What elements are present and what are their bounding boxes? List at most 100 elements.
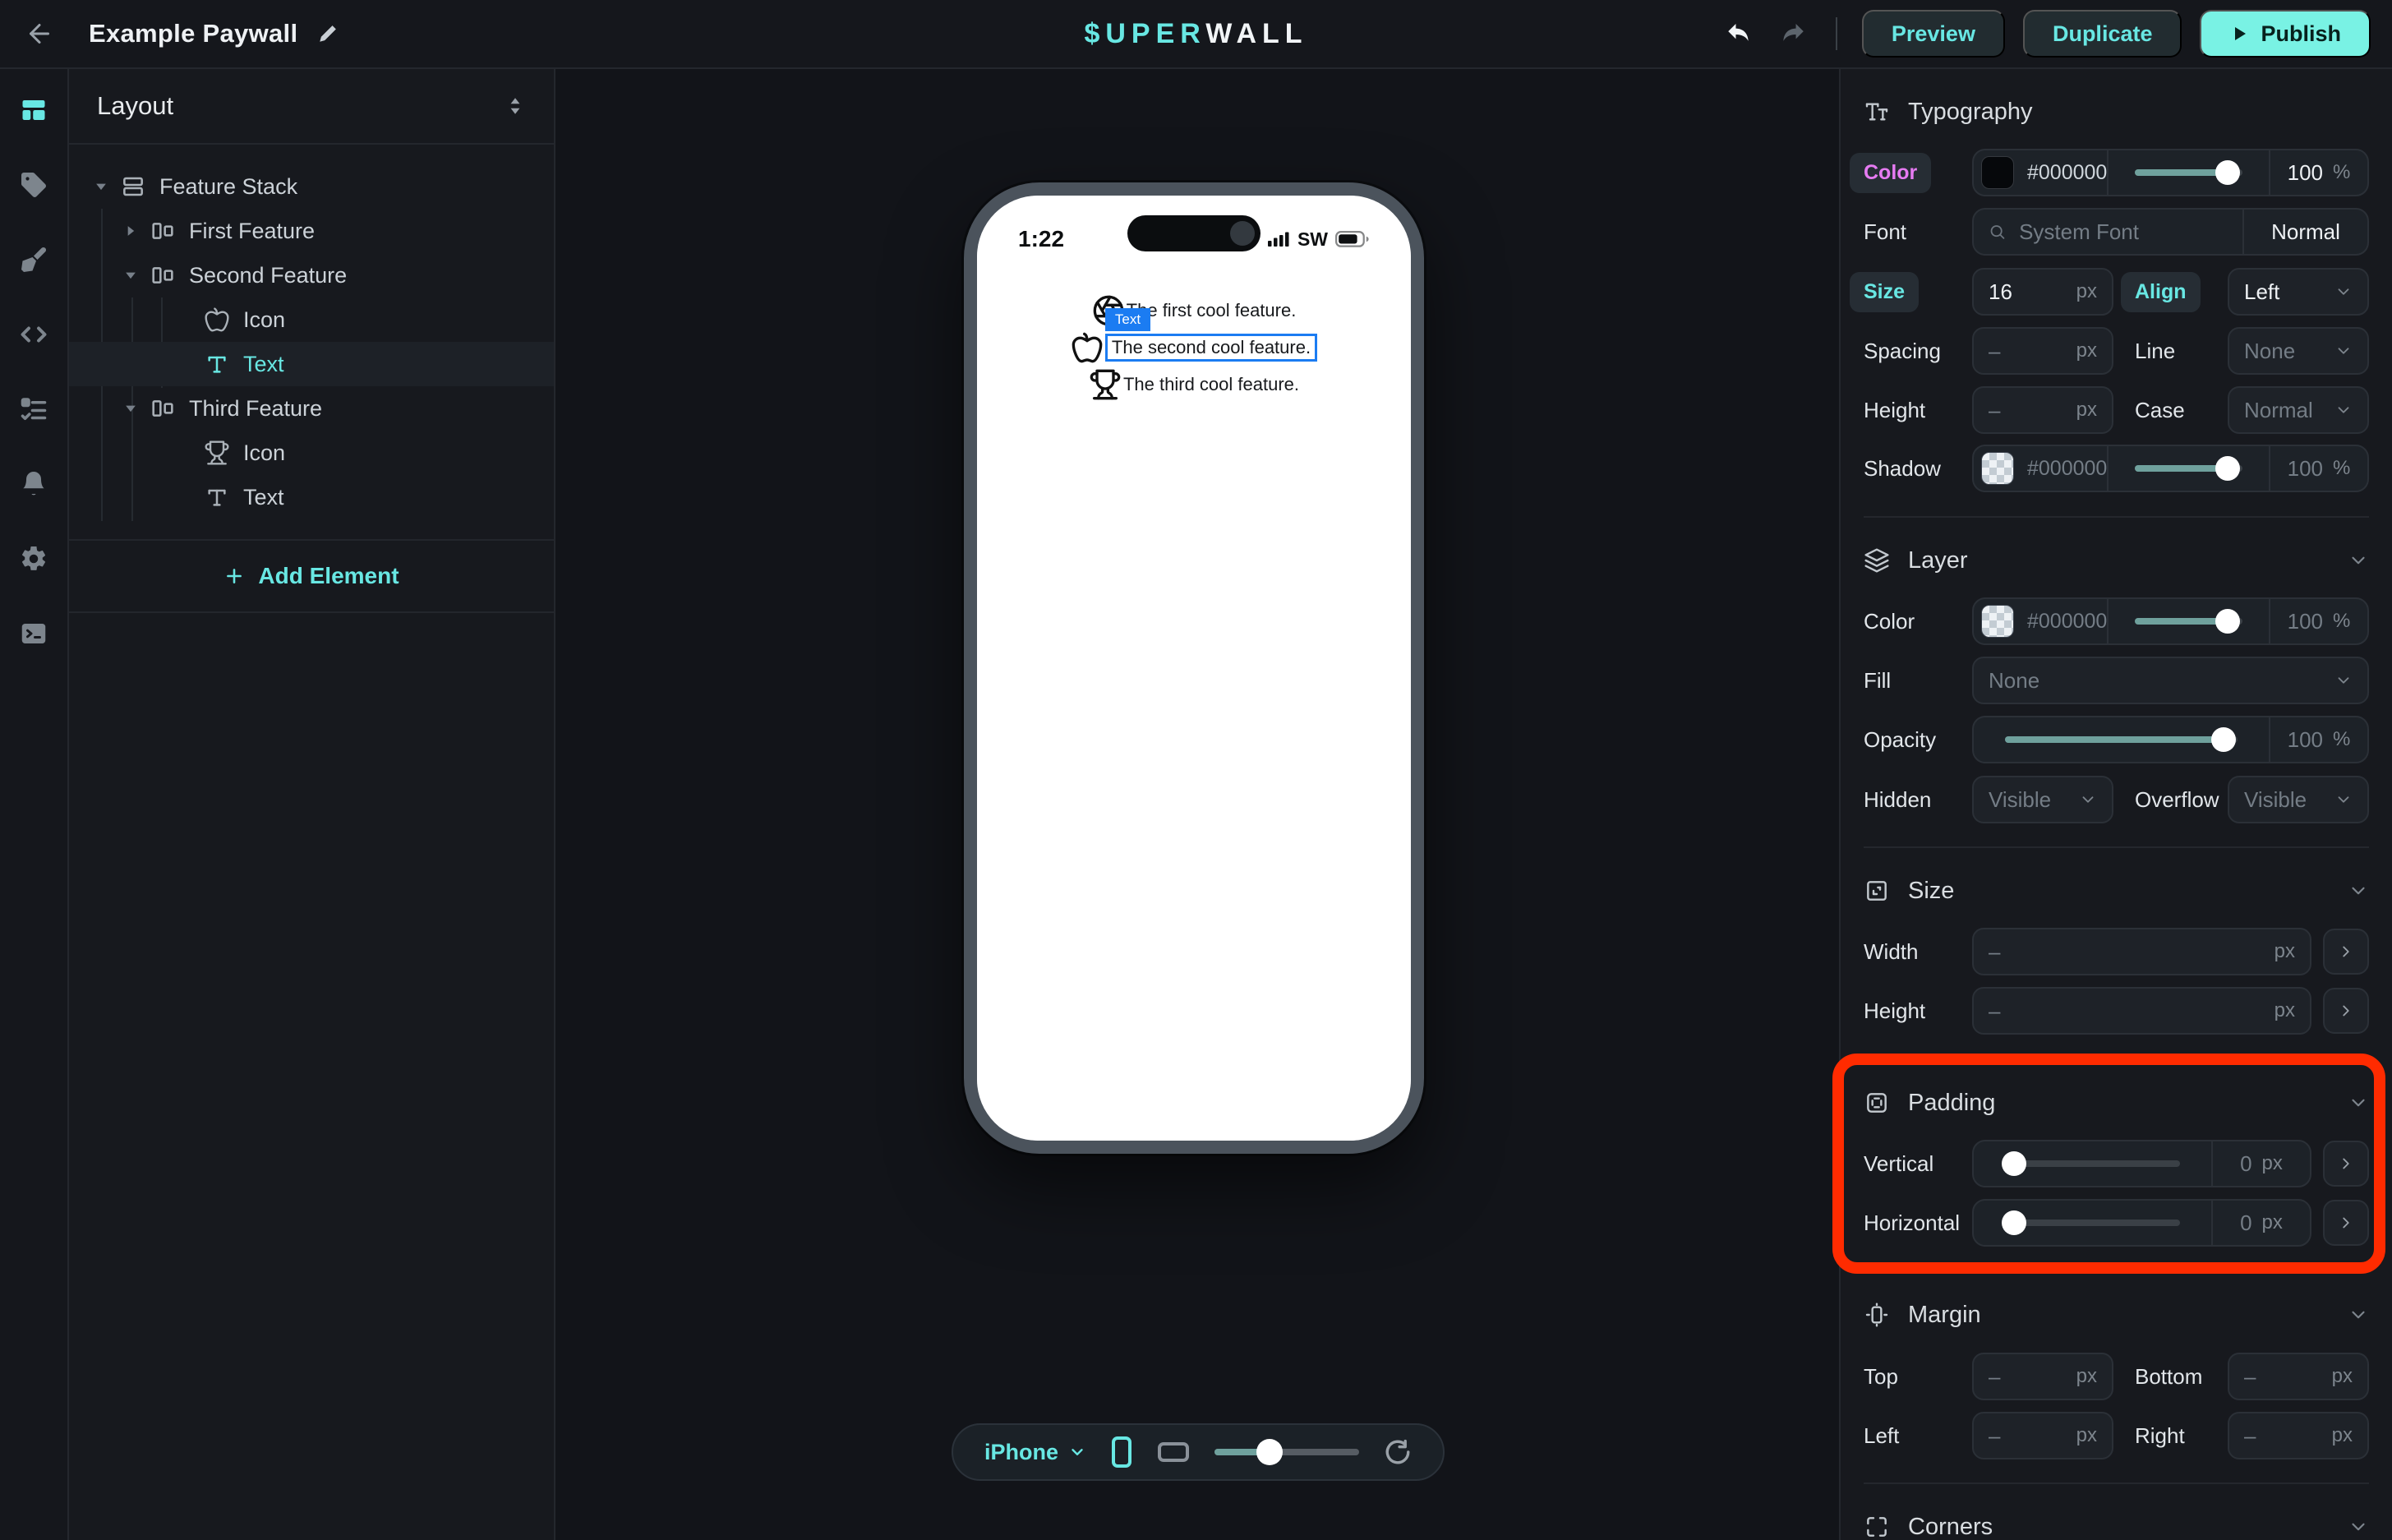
caret-down-icon[interactable] [118,400,143,417]
height-input[interactable]: –px [1972,987,2311,1035]
feature-text[interactable]: The first cool feature. [1127,300,1297,321]
align-chip[interactable]: Align [2121,272,2201,312]
tree-item-text[interactable]: Text [69,475,554,519]
zoom-slider-knob[interactable] [1256,1439,1283,1465]
opacity-value[interactable]: 100 [2288,727,2323,753]
tree-item-third-feature[interactable]: Third Feature [69,386,554,431]
width-input[interactable]: –px [1972,928,2311,975]
tree-item-icon-trophy[interactable]: Icon [69,431,554,475]
chevron-down-icon[interactable] [2348,1092,2369,1114]
typography-header[interactable]: Typography [1864,87,2369,136]
portrait-toggle[interactable] [1111,1436,1132,1469]
align-dropdown[interactable]: Left [2228,268,2369,316]
editor-canvas[interactable]: 1:22 SW The first cool feature. [557,69,1839,1540]
layer-color-swatch[interactable] [1981,605,2014,638]
color-opacity-value[interactable]: 100 [2288,160,2323,186]
font-search[interactable] [1974,219,2242,246]
case-dropdown[interactable]: Normal [2228,386,2369,434]
zoom-slider[interactable] [1214,1449,1359,1455]
layer-color-pct[interactable]: 100 [2288,609,2323,634]
font-size-input[interactable]: 16px [1972,268,2113,316]
size-header[interactable]: Size [1864,866,2369,915]
letter-spacing-input[interactable]: –px [1972,327,2113,375]
console-icon[interactable] [19,619,48,648]
slider-knob[interactable] [2215,609,2240,634]
paintbrush-icon[interactable] [19,245,48,274]
sort-icon[interactable] [505,95,526,117]
redo-icon[interactable] [1775,16,1811,52]
duplicate-button[interactable]: Duplicate [2023,10,2182,58]
margin-bottom-input[interactable]: –px [2228,1353,2369,1400]
feature-text[interactable]: The second cool feature. [1112,337,1311,357]
margin-header[interactable]: Margin [1864,1290,2369,1339]
corners-header[interactable]: Corners [1864,1502,2369,1540]
device-select[interactable]: iPhone [984,1440,1086,1465]
bell-icon[interactable] [19,469,48,499]
shadow-hex-value[interactable]: #000000 [2027,457,2107,481]
font-weight-value[interactable]: Normal [2244,219,2367,245]
edit-title-pencil-icon[interactable] [317,23,339,44]
padding-horizontal-expand-button[interactable] [2323,1200,2369,1246]
overflow-dropdown[interactable]: Visible [2228,776,2369,823]
code-icon[interactable] [19,320,48,349]
caret-down-icon[interactable] [118,267,143,284]
font-size-chip[interactable]: Size [1850,272,1919,312]
padding-vertical-value[interactable]: 0 [2240,1151,2251,1177]
color-swatch[interactable] [1981,156,2014,189]
caret-down-icon[interactable] [89,178,113,195]
tag-icon[interactable] [19,170,48,200]
line-dropdown[interactable]: None [2228,327,2369,375]
iphone-screen[interactable]: 1:22 SW The first cool feature. [977,196,1411,1141]
hidden-dropdown[interactable]: Visible [1972,776,2113,823]
chevron-down-icon[interactable] [2348,1304,2369,1326]
landscape-toggle[interactable] [1157,1441,1190,1463]
selected-text-element[interactable]: Text The second cool feature. [1105,334,1317,362]
tree-item-feature-stack[interactable]: Feature Stack [69,164,554,209]
layer-color-slider[interactable] [2135,618,2242,625]
color-hex-value[interactable]: #000000 [2027,161,2107,185]
caret-right-icon[interactable] [118,223,143,239]
feature-row-2[interactable]: Text The second cool feature. [1071,331,1317,364]
layer-hex-value[interactable]: #000000 [2027,610,2107,634]
opacity-slider[interactable] [2005,736,2238,743]
padding-horizontal-value[interactable]: 0 [2240,1210,2251,1236]
text-color-chip[interactable]: Color [1850,153,1931,193]
checklist-icon[interactable] [19,394,48,424]
margin-top-input[interactable]: –px [1972,1353,2113,1400]
feature-text[interactable]: The third cool feature. [1123,374,1299,395]
add-element-button[interactable]: Add Element [69,539,554,613]
tree-item-second-feature[interactable]: Second Feature [69,253,554,297]
shadow-opacity-value[interactable]: 100 [2288,456,2323,482]
slider-knob[interactable] [2215,456,2240,481]
width-expand-button[interactable] [2323,929,2369,975]
gear-icon[interactable] [19,544,48,574]
shadow-color-swatch[interactable] [1981,452,2014,485]
padding-vertical-slider[interactable] [2005,1160,2180,1167]
chevron-down-icon[interactable] [2348,880,2369,901]
chevron-down-icon[interactable] [2348,550,2369,571]
refresh-icon[interactable] [1384,1438,1412,1466]
margin-left-input[interactable]: –px [1972,1412,2113,1459]
chevron-down-icon[interactable] [2348,1516,2369,1538]
slider-knob[interactable] [2215,160,2240,185]
fill-dropdown[interactable]: None [1972,657,2369,704]
layer-header[interactable]: Layer [1864,536,2369,585]
slider-knob[interactable] [2002,1210,2026,1235]
padding-horizontal-slider[interactable] [2005,1220,2180,1226]
margin-right-input[interactable]: –px [2228,1412,2369,1459]
padding-header[interactable]: Padding [1864,1078,2369,1127]
line-height-input[interactable]: –px [1972,386,2113,434]
preview-button[interactable]: Preview [1862,10,2005,58]
slider-knob[interactable] [2211,727,2236,752]
feature-row-3[interactable]: The third cool feature. [1089,368,1299,401]
publish-button[interactable]: Publish [2200,10,2371,58]
tree-item-first-feature[interactable]: First Feature [69,209,554,253]
undo-icon[interactable] [1721,16,1757,52]
tree-item-text-selected[interactable]: Text [69,342,554,386]
tree-item-icon-apple[interactable]: Icon [69,297,554,342]
height-expand-button[interactable] [2323,988,2369,1034]
font-search-input[interactable] [2017,219,2228,246]
layout-icon[interactable] [19,95,48,125]
back-arrow-icon[interactable] [21,16,58,52]
color-opacity-slider[interactable] [2135,169,2242,176]
